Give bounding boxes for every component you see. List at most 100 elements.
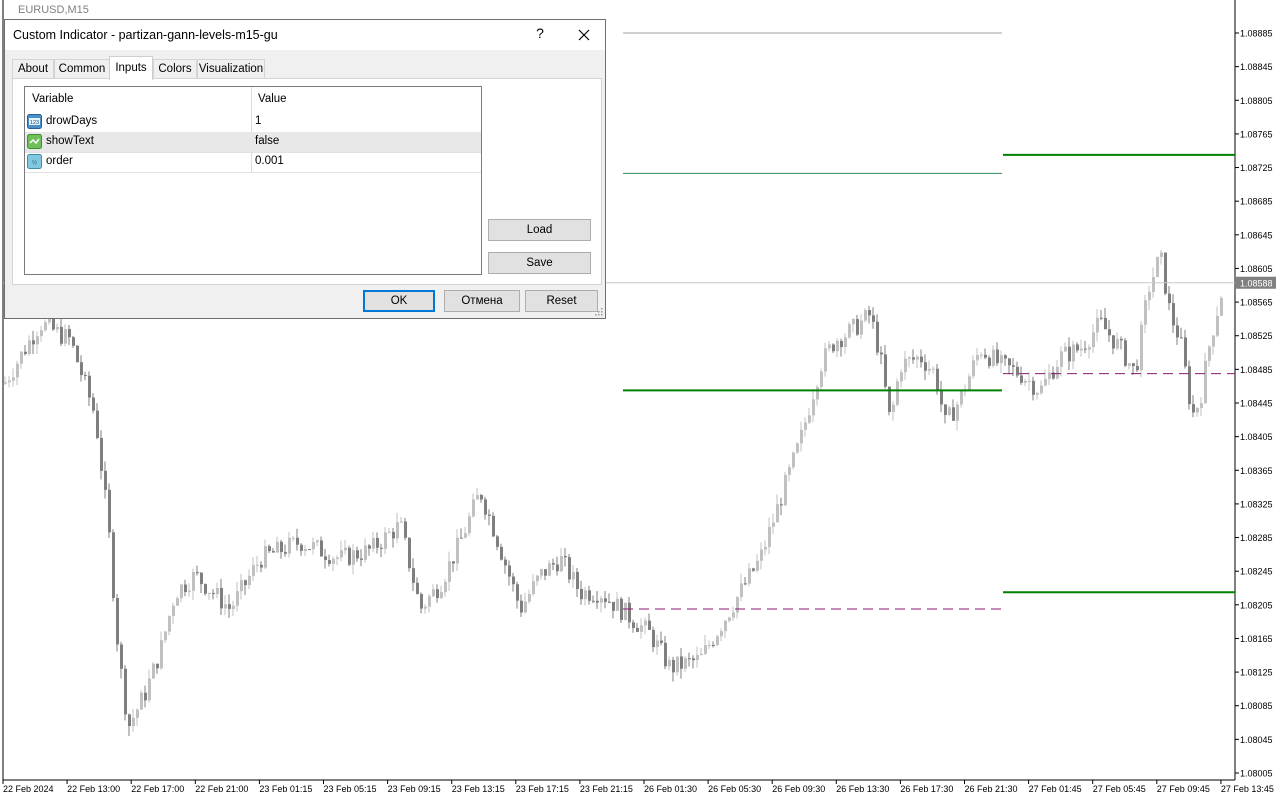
candle-body — [1156, 256, 1159, 277]
candle-body — [148, 678, 151, 701]
candle-body — [180, 584, 183, 599]
candle-body — [272, 551, 275, 553]
candle-body — [596, 600, 599, 603]
candle-body — [424, 606, 427, 609]
candle-body — [1220, 297, 1223, 316]
candle-body — [60, 326, 63, 344]
candle-body — [828, 344, 831, 349]
candle-body — [536, 575, 539, 582]
candle-body — [364, 545, 367, 560]
load-button[interactable]: Load — [488, 219, 591, 241]
candle-body — [776, 504, 779, 523]
tab-common[interactable]: Common — [54, 59, 110, 79]
candle-body — [868, 310, 871, 316]
input-row[interactable]: 123 drowDays 1 — [25, 112, 481, 133]
candle-body — [324, 556, 327, 561]
candle-body — [820, 371, 823, 387]
column-variable[interactable]: Variable — [32, 93, 73, 105]
candle-body — [852, 319, 855, 325]
candle-body — [676, 656, 679, 673]
cancel-button[interactable]: Отмена — [444, 290, 520, 312]
candle-body — [988, 357, 991, 366]
candle-body — [296, 537, 299, 545]
column-value[interactable]: Value — [258, 93, 287, 105]
candle-body — [52, 317, 55, 330]
candle-body — [1212, 335, 1215, 347]
tab-inputs[interactable]: Inputs — [109, 56, 153, 80]
candle-body — [1136, 366, 1139, 371]
candle-body — [724, 620, 727, 632]
candle-body — [748, 568, 751, 584]
candle-body — [956, 404, 959, 421]
candle-body — [164, 631, 167, 641]
candle-body — [816, 386, 819, 400]
time-tick-label: 23 Feb 01:15 — [259, 784, 312, 794]
candle-body — [476, 495, 479, 500]
candle-body — [1004, 355, 1007, 359]
close-icon[interactable] — [573, 24, 595, 46]
reset-button[interactable]: Reset — [525, 290, 598, 312]
candle-body — [792, 452, 795, 468]
candle-body — [140, 692, 143, 710]
candle-body — [496, 536, 499, 547]
candle-body — [268, 546, 271, 552]
candle-body — [920, 356, 923, 363]
candle-body — [836, 340, 839, 352]
price-tick-label: 1.08165 — [1240, 634, 1273, 644]
dialog-titlebar[interactable]: Custom Indicator - partizan-gann-levels-… — [5, 20, 605, 50]
price-tick-label: 1.08485 — [1240, 365, 1273, 375]
candle-body — [32, 340, 35, 345]
inputs-panel: Variable Value 123 drowDays 1 showText f… — [12, 78, 602, 285]
candle-body — [16, 363, 19, 378]
candle-body — [664, 642, 667, 667]
candle-body — [124, 668, 127, 715]
resize-grip-icon[interactable] — [595, 308, 603, 316]
price-tick-label: 1.08405 — [1240, 432, 1273, 442]
candle-body — [400, 521, 403, 523]
price-tick-label: 1.08445 — [1240, 399, 1273, 409]
candle-body — [468, 516, 471, 534]
candle-body — [1084, 348, 1087, 350]
candle-body — [1172, 303, 1175, 326]
tab-colors[interactable]: Colors — [153, 59, 197, 79]
candle-body — [20, 351, 23, 364]
candle-body — [1164, 252, 1167, 294]
candle-body — [372, 537, 375, 549]
candle-body — [592, 600, 595, 602]
price-tick-label: 1.08045 — [1240, 735, 1273, 745]
price-tick-label: 1.08005 — [1240, 769, 1273, 779]
candle-body — [648, 620, 651, 630]
candle-body — [380, 547, 383, 549]
candle-body — [132, 717, 135, 727]
tab-visualization[interactable]: Visualization — [197, 59, 265, 79]
candle-body — [512, 576, 515, 585]
candle-body — [136, 709, 139, 718]
candle-body — [576, 571, 579, 589]
candle-body — [72, 337, 75, 346]
input-value[interactable]: 0.001 — [255, 155, 284, 167]
candle-body — [472, 499, 475, 517]
save-button[interactable]: Save — [488, 252, 591, 274]
time-tick-label: 26 Feb 09:30 — [772, 784, 825, 794]
help-button[interactable]: ? — [531, 25, 549, 41]
candle-body — [1160, 252, 1163, 257]
input-row[interactable]: ½ order 0.001 — [25, 152, 481, 173]
candle-body — [1208, 346, 1211, 361]
input-value[interactable]: 1 — [255, 115, 261, 127]
candle-body — [456, 537, 459, 564]
candle-body — [388, 531, 391, 533]
candle-body — [500, 546, 503, 560]
candle-body — [780, 504, 783, 506]
candle-body — [788, 467, 791, 475]
candle-body — [684, 658, 687, 669]
input-row[interactable]: showText false — [25, 132, 481, 153]
candle-body — [152, 663, 155, 679]
candle-body — [736, 597, 739, 613]
input-value[interactable]: false — [255, 135, 279, 147]
ok-button[interactable]: OK — [363, 290, 435, 312]
price-tick-label: 1.08685 — [1240, 197, 1273, 207]
candle-body — [908, 357, 911, 359]
candle-body — [824, 348, 827, 372]
candle-body — [632, 622, 635, 628]
tab-about[interactable]: About — [12, 59, 54, 79]
